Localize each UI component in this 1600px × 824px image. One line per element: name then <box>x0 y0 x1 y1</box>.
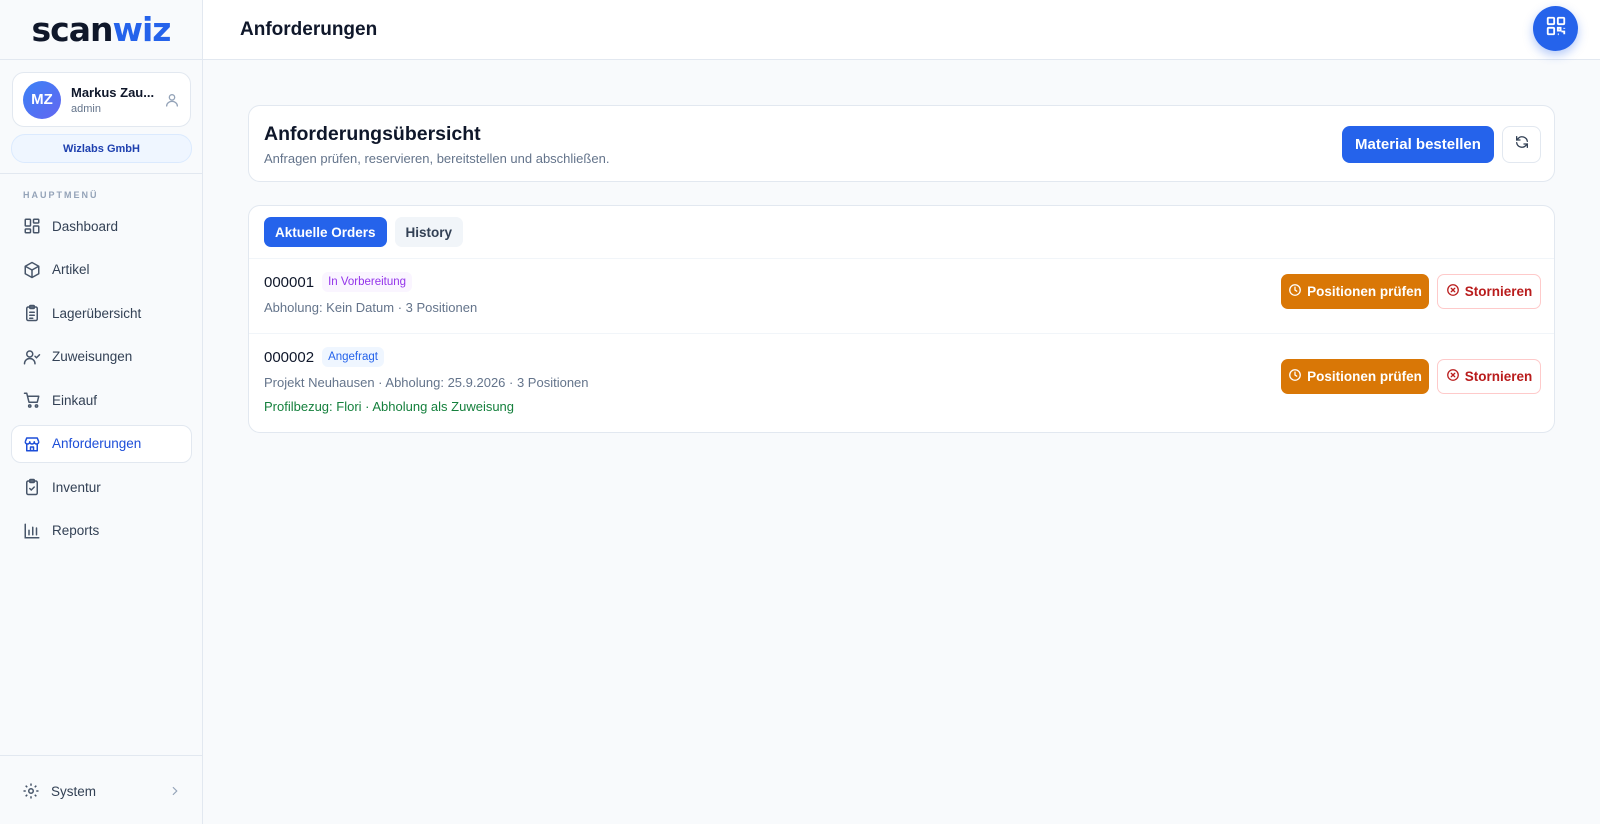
user-card[interactable]: MZ Markus Zau... admin <box>12 72 191 127</box>
logo-area: scanwiz <box>0 0 202 60</box>
dashboard-icon <box>23 217 41 235</box>
sidebar-item-system[interactable]: System <box>11 772 192 810</box>
sidebar: scanwiz MZ Markus Zau... admin Wizlabs G… <box>0 0 203 824</box>
sidebar-item-einkauf[interactable]: Einkauf <box>11 381 192 419</box>
order-id: 000002 <box>264 348 315 366</box>
refresh-icon <box>1514 134 1530 155</box>
material-order-button[interactable]: Material bestellen <box>1342 126 1494 163</box>
bar-chart-icon <box>23 522 41 540</box>
qr-scan-button[interactable] <box>1533 6 1578 51</box>
sidebar-item-label: Zuweisungen <box>52 349 133 364</box>
divider <box>0 173 202 174</box>
clock-icon <box>1288 368 1302 385</box>
sidebar-item-label: Lagerübersicht <box>52 305 142 321</box>
check-positions-button[interactable]: Positionen prüfen <box>1281 359 1429 394</box>
status-badge: Angefragt <box>322 347 384 367</box>
order-actions: Positionen prüfen Stornieren <box>1281 359 1541 394</box>
divider <box>249 333 1554 334</box>
sidebar-item-label: Einkauf <box>52 392 98 408</box>
tab-history[interactable]: History <box>394 217 464 247</box>
status-badge: In Vorbereitung <box>322 272 413 292</box>
overview-card: Anforderungsübersicht Anfragen prüfen, r… <box>248 105 1555 182</box>
sidebar-item-lageruebersicht[interactable]: Lagerübersicht <box>11 294 192 332</box>
app-logo[interactable]: scanwiz <box>31 10 172 49</box>
button-label: Positionen prüfen <box>1307 284 1422 299</box>
logo-text-wiz: wiz <box>112 10 171 49</box>
button-label: Stornieren <box>1464 369 1533 384</box>
order-actions: Positionen prüfen Stornieren <box>1281 274 1541 309</box>
order-tabs: Aktuelle Orders History <box>264 217 464 247</box>
sidebar-item-zuweisungen[interactable]: Zuweisungen <box>11 338 192 376</box>
menu-section-title: HAUPTMENÜ <box>23 190 99 200</box>
page-title: Anforderungen <box>240 18 378 40</box>
company-badge[interactable]: Wizlabs GmbH <box>11 134 192 163</box>
sidebar-item-dashboard[interactable]: Dashboard <box>11 207 192 245</box>
sidebar-item-inventur[interactable]: Inventur <box>11 468 192 506</box>
top-header: Anforderungen <box>203 0 1600 60</box>
clipboard-list-icon <box>23 304 41 322</box>
box-icon <box>23 261 41 279</box>
sidebar-item-anforderungen[interactable]: Anforderungen <box>11 424 192 463</box>
x-circle-icon <box>1446 368 1460 385</box>
orders-card: Aktuelle Orders History 000001 In Vorber… <box>248 205 1555 433</box>
check-positions-button[interactable]: Positionen prüfen <box>1281 274 1429 309</box>
chevron-right-icon <box>168 784 182 798</box>
sidebar-item-label: Anforderungen <box>52 436 142 451</box>
cancel-order-button[interactable]: Stornieren <box>1437 359 1541 394</box>
order-id: 000001 <box>264 273 315 291</box>
sidebar-item-label: Inventur <box>52 479 101 495</box>
avatar: MZ <box>23 80 61 119</box>
button-label: Positionen prüfen <box>1307 369 1422 384</box>
sidebar-item-artikel[interactable]: Artikel <box>11 251 192 289</box>
sidebar-item-reports[interactable]: Reports <box>11 512 192 550</box>
user-check-icon <box>23 348 41 366</box>
qr-code-icon <box>1545 15 1567 42</box>
sidebar-nav: Dashboard Artikel Lagerübersicht Zuweisu… <box>11 207 192 555</box>
order-row: 000002 Angefragt Projekt Neuhausen · Abh… <box>264 347 1541 414</box>
refresh-button[interactable] <box>1502 126 1541 163</box>
user-profile-icon[interactable] <box>164 92 180 108</box>
store-icon <box>23 435 41 453</box>
user-role: admin <box>71 102 101 115</box>
gear-icon <box>22 782 40 800</box>
sidebar-item-label: System <box>51 783 97 799</box>
button-label: Stornieren <box>1464 284 1533 299</box>
user-name: Markus Zau... <box>71 84 155 100</box>
cancel-order-button[interactable]: Stornieren <box>1437 274 1541 309</box>
clock-icon <box>1288 283 1302 300</box>
order-row: 000001 In Vorbereitung Abholung: Kein Da… <box>264 272 1541 315</box>
sidebar-item-label: Dashboard <box>52 218 119 234</box>
cart-icon <box>23 391 41 409</box>
user-info: Markus Zau... admin <box>71 85 164 115</box>
tab-aktuelle-orders[interactable]: Aktuelle Orders <box>264 217 387 247</box>
x-circle-icon <box>1446 283 1460 300</box>
divider <box>0 755 202 756</box>
clipboard-check-icon <box>23 478 41 496</box>
sidebar-item-label: Reports <box>52 523 100 538</box>
divider <box>249 258 1554 259</box>
logo-text-scan: scan <box>31 10 114 49</box>
order-profile-info: Profilbezug: Flori · Abholung als Zuweis… <box>264 399 515 414</box>
sidebar-item-label: Artikel <box>52 262 90 277</box>
